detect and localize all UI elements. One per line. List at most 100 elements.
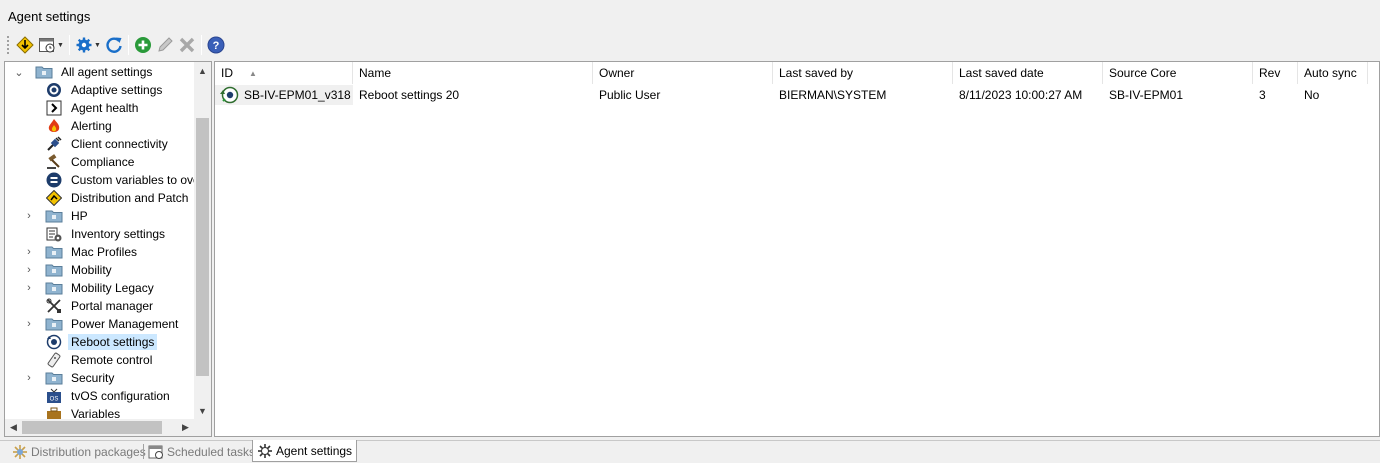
column-header-auto-sync[interactable]: Auto sync <box>1298 62 1368 84</box>
tree-item-label: Mobility <box>71 263 112 277</box>
refresh-button[interactable] <box>103 34 125 56</box>
column-label: ID <box>221 66 233 80</box>
column-label: Last saved date <box>959 66 1044 80</box>
scheduled-tasks-icon <box>148 444 164 460</box>
tab-agent-settings[interactable]: Agent settings <box>252 440 358 462</box>
scroll-thumb[interactable] <box>22 421 162 434</box>
tree-root-label: All agent settings <box>61 65 153 79</box>
expand-chevron-icon[interactable]: › <box>23 243 35 261</box>
adaptive-gear-icon <box>45 82 63 98</box>
cell-auto-sync: No <box>1304 88 1320 102</box>
table-row[interactable]: SB-IV-EPM01_v318 Reboot settings 20 Publ… <box>215 85 1379 105</box>
plug-icon <box>45 136 63 152</box>
tree-horizontal-scrollbar[interactable]: ◀ ▶ <box>5 419 211 436</box>
toolbar: ▼ ▼ ? <box>6 33 227 57</box>
delete-button[interactable] <box>176 34 198 56</box>
tree-item-tvos-configuration[interactable]: OS tvOS configuration <box>45 387 173 405</box>
tree-item-security[interactable]: Security <box>45 369 117 387</box>
reboot-icon <box>45 334 63 350</box>
column-header-rev[interactable]: Rev <box>1253 62 1298 84</box>
bottom-tab-bar: Distribution packages Scheduled tasks Ag… <box>0 440 1380 463</box>
tree-item-adaptive-settings[interactable]: Adaptive settings <box>45 81 165 99</box>
tab-label: Distribution packages <box>31 444 146 459</box>
cell-id[interactable]: SB-IV-EPM01_v318 <box>215 85 353 105</box>
column-label: Source Core <box>1109 66 1177 80</box>
tree-item-compliance[interactable]: Compliance <box>45 153 137 171</box>
column-header-name[interactable]: Name <box>353 62 593 84</box>
tree-item-client-connectivity[interactable]: Client connectivity <box>45 135 171 153</box>
folder-icon <box>45 316 63 332</box>
tree-item-mac-profiles[interactable]: Mac Profiles <box>45 243 140 261</box>
tree-item-label: Distribution and Patch <box>71 191 189 205</box>
tree-item-custom-variables[interactable]: Custom variables to overri <box>45 171 211 189</box>
toolbar-divider <box>200 35 202 55</box>
folder-icon <box>45 208 63 224</box>
folder-icon <box>45 244 63 260</box>
tree-item-alerting[interactable]: Alerting <box>45 117 115 135</box>
svg-text:OS: OS <box>50 397 59 403</box>
gear-icon <box>76 37 92 53</box>
tab-label: Scheduled tasks <box>167 444 256 459</box>
expand-chevron-icon[interactable]: › <box>23 315 35 333</box>
svg-text:?: ? <box>213 40 220 52</box>
column-header-source-core[interactable]: Source Core <box>1103 62 1253 84</box>
tree-item-hp[interactable]: HP <box>45 207 91 225</box>
tree-item-distribution-and-patch[interactable]: Distribution and Patch <box>45 189 191 207</box>
cell-source-core: SB-IV-EPM01 <box>1109 88 1184 102</box>
expand-chevron-icon[interactable]: › <box>23 279 35 297</box>
cell-text: SB-IV-EPM01_v318 <box>244 88 351 102</box>
edit-button[interactable] <box>154 34 176 56</box>
tree-item-power-management[interactable]: Power Management <box>45 315 181 333</box>
folder-icon <box>45 280 63 296</box>
settings-button[interactable]: ▼ <box>73 34 103 56</box>
scroll-left-icon[interactable]: ◀ <box>5 419 22 436</box>
download-button[interactable] <box>14 34 36 56</box>
reboot-item-icon <box>219 86 239 104</box>
scroll-thumb[interactable] <box>196 118 209 376</box>
tab-distribution-packages[interactable]: Distribution packages <box>8 441 150 462</box>
settings-grid[interactable]: ID ▲ Name Owner Last saved by Last saved… <box>214 61 1380 437</box>
column-header-owner[interactable]: Owner <box>593 62 773 84</box>
column-header-last-saved-by[interactable]: Last saved by <box>773 62 953 84</box>
tree-root-all-agent-settings[interactable]: All agent settings <box>35 63 155 81</box>
help-button[interactable]: ? <box>205 34 227 56</box>
toolbar-grip[interactable] <box>6 35 10 55</box>
toolbar-divider <box>127 35 129 55</box>
column-header-last-saved-date[interactable]: Last saved date <box>953 62 1103 84</box>
cell-owner: Public User <box>599 88 661 102</box>
expand-chevron-icon[interactable]: › <box>23 261 35 279</box>
download-icon <box>16 36 34 54</box>
tree-item-label: Power Management <box>71 317 179 331</box>
schedule-button[interactable]: ▼ <box>36 34 66 56</box>
tree-item-mobility[interactable]: Mobility <box>45 261 115 279</box>
chevron-down-icon: ▼ <box>93 41 101 49</box>
tree-item-agent-health[interactable]: Agent health <box>45 99 141 117</box>
column-header-id[interactable]: ID ▲ <box>215 62 353 84</box>
tree-item-reboot-settings[interactable]: Reboot settings <box>45 333 158 351</box>
add-icon <box>134 37 151 53</box>
cell-last-saved-date: 8/11/2023 10:00:27 AM <box>959 88 1083 102</box>
expand-chevron-icon[interactable]: › <box>23 207 35 225</box>
tree-item-label: Remote control <box>71 353 153 367</box>
tree-item-label: Security <box>71 371 115 385</box>
column-label: Name <box>359 66 392 80</box>
column-label: Rev <box>1259 66 1281 80</box>
tree-vertical-scrollbar[interactable]: ▲ ▼ <box>194 62 211 419</box>
add-button[interactable] <box>132 34 154 56</box>
settings-tree[interactable]: ⌄ All agent settings Adaptive settings A… <box>4 61 212 437</box>
tree-item-remote-control[interactable]: Remote control <box>45 351 155 369</box>
tree-item-inventory-settings[interactable]: Inventory settings <box>45 225 168 243</box>
tree-item-label: Reboot settings <box>68 334 158 350</box>
tree-item-mobility-legacy[interactable]: Mobility Legacy <box>45 279 157 297</box>
tree-item-label: Mac Profiles <box>71 245 138 259</box>
delete-icon <box>179 37 195 53</box>
expand-chevron-icon[interactable]: › <box>23 369 35 387</box>
folder-icon <box>45 262 63 278</box>
collapse-chevron-icon[interactable]: ⌄ <box>13 63 25 81</box>
tree-item-portal-manager[interactable]: Portal manager <box>45 297 156 315</box>
tab-scheduled-tasks[interactable]: Scheduled tasks <box>144 441 259 462</box>
schedule-icon <box>39 38 55 53</box>
scroll-up-icon[interactable]: ▲ <box>194 62 211 79</box>
scroll-right-icon[interactable]: ▶ <box>177 419 194 436</box>
scroll-down-icon[interactable]: ▼ <box>194 402 211 419</box>
